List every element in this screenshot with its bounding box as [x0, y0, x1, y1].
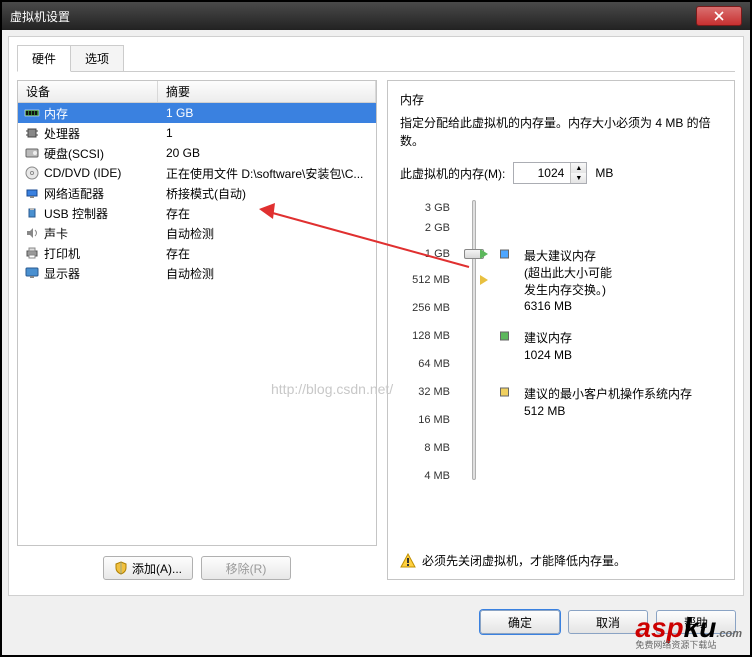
table-row[interactable]: 内存 1 GB [18, 103, 376, 123]
spin-up[interactable]: ▲ [571, 163, 586, 173]
shield-icon [114, 561, 128, 575]
cd-icon [24, 166, 40, 180]
row-summary: 存在 [158, 205, 376, 222]
row-summary: 自动检测 [158, 225, 376, 242]
note-rec: 建议内存 1024 MB [524, 330, 572, 364]
tab-hardware[interactable]: 硬件 [17, 45, 71, 72]
col-device[interactable]: 设备 [18, 81, 158, 102]
table-row[interactable]: 声卡 自动检测 [18, 223, 376, 243]
warning-text: 必须先关闭虚拟机，才能降低内存量。 [422, 552, 626, 569]
memory-input[interactable] [514, 163, 570, 183]
sound-icon [24, 226, 40, 240]
help-button[interactable]: 帮助 [656, 610, 736, 634]
table-row[interactable]: 处理器 1 [18, 123, 376, 143]
network-icon [24, 186, 40, 200]
panel-title: 内存 [400, 91, 722, 108]
row-summary: 20 GB [158, 146, 376, 160]
memory-label: 此虚拟机的内存(M): [400, 165, 505, 182]
printer-icon [24, 246, 40, 260]
table-row[interactable]: 硬盘(SCSI) 20 GB [18, 143, 376, 163]
square-green [500, 332, 509, 341]
warning-icon [400, 553, 416, 569]
row-summary: 桥接模式(自动) [158, 185, 376, 202]
device-table: 设备 摘要 内存 1 GB 处理器 1 硬盘(SCSI) 20 GB [17, 80, 377, 546]
table-row[interactable]: USB 控制器 存在 [18, 203, 376, 223]
row-label: 打印机 [44, 245, 80, 262]
row-label: 声卡 [44, 225, 68, 242]
row-summary: 存在 [158, 245, 376, 262]
row-label: 显示器 [44, 265, 80, 282]
row-summary: 1 [158, 126, 376, 140]
memory-unit: MB [595, 166, 613, 180]
ticks: 3 GB 2 GB 1 GB 512 MB 256 MB 128 MB 64 M… [400, 200, 450, 544]
close-icon [714, 11, 724, 21]
warning-row: 必须先关闭虚拟机，才能降低内存量。 [400, 544, 722, 569]
display-icon [24, 266, 40, 280]
usb-icon [24, 206, 40, 220]
table-row[interactable]: 显示器 自动检测 [18, 263, 376, 283]
table-row[interactable]: 网络适配器 桥接模式(自动) [18, 183, 376, 203]
square-blue [500, 250, 509, 259]
tab-options[interactable]: 选项 [70, 45, 124, 71]
table-row[interactable]: CD/DVD (IDE) 正在使用文件 D:\software\安装包\C... [18, 163, 376, 183]
row-summary: 自动检测 [158, 265, 376, 282]
remove-button[interactable]: 移除(R) [201, 556, 291, 580]
panel-desc: 指定分配给此虚拟机的内存量。内存大小必须为 4 MB 的倍数。 [400, 114, 722, 150]
table-row[interactable]: 打印机 存在 [18, 243, 376, 263]
disk-icon [24, 146, 40, 160]
table-header: 设备 摘要 [18, 81, 376, 103]
square-yellow [500, 388, 509, 397]
marker-max-tri [480, 249, 488, 259]
remove-button-label: 移除(R) [226, 560, 267, 577]
row-label: 内存 [44, 105, 68, 122]
note-min: 建议的最小客户机操作系统内存 512 MB [524, 386, 692, 420]
note-max: 最大建议内存 (超出此大小可能 发生内存交换。) 6316 MB [524, 248, 612, 315]
ok-button[interactable]: 确定 [480, 610, 560, 634]
memory-slider-track[interactable] [472, 200, 476, 480]
titlebar: 虚拟机设置 [2, 2, 750, 30]
col-summary[interactable]: 摘要 [158, 81, 376, 102]
row-summary: 正在使用文件 D:\software\安装包\C... [158, 165, 376, 182]
spin-down[interactable]: ▼ [571, 173, 586, 183]
add-button-label: 添加(A)... [132, 560, 182, 577]
window-title: 虚拟机设置 [10, 8, 70, 25]
cpu-icon [24, 126, 40, 140]
tabs: 硬件 选项 [17, 45, 735, 72]
memory-spinbox[interactable]: ▲ ▼ [513, 162, 587, 184]
row-label: 硬盘(SCSI) [44, 145, 104, 162]
cancel-button[interactable]: 取消 [568, 610, 648, 634]
row-summary: 1 GB [158, 106, 376, 120]
row-label: CD/DVD (IDE) [44, 166, 121, 180]
row-label: 处理器 [44, 125, 80, 142]
row-label: 网络适配器 [44, 185, 104, 202]
row-label: USB 控制器 [44, 205, 108, 222]
close-button[interactable] [696, 6, 742, 26]
marker-rec-tri [480, 275, 488, 285]
memory-icon [24, 106, 40, 120]
add-button[interactable]: 添加(A)... [103, 556, 193, 580]
